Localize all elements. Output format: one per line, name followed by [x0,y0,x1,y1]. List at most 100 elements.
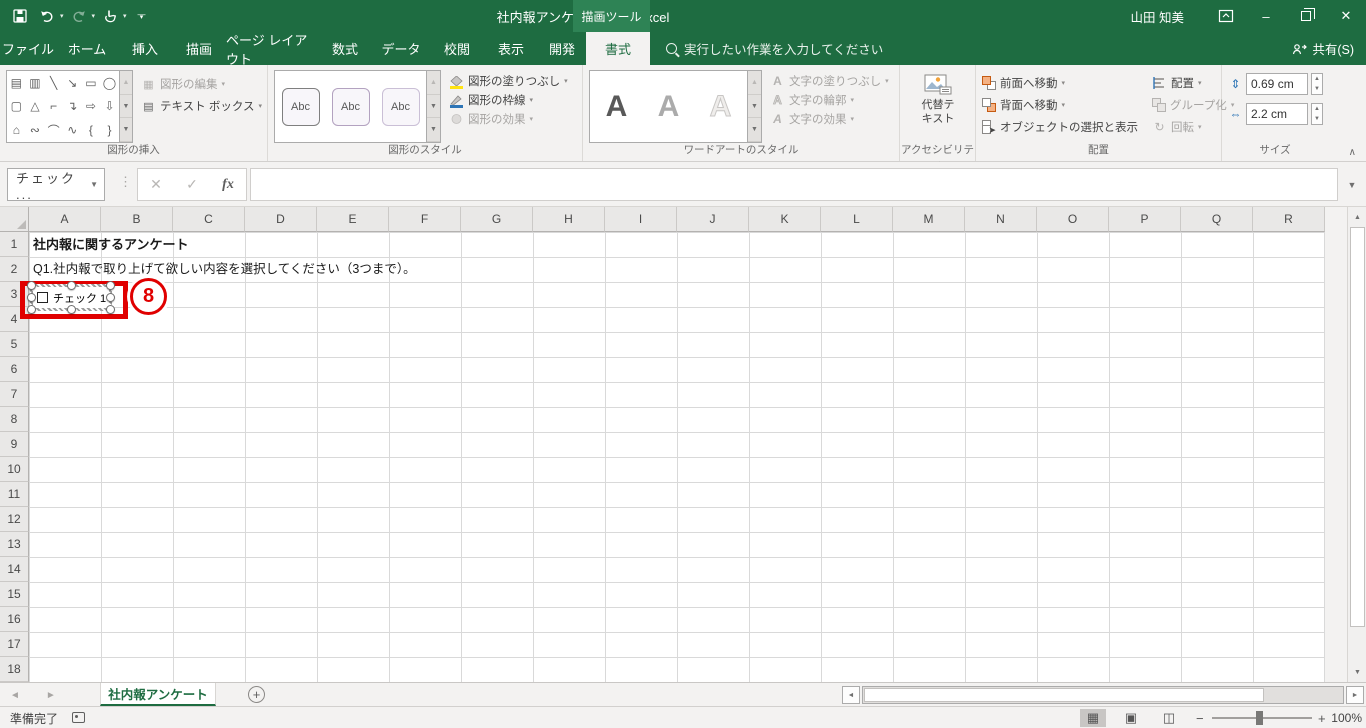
share-button[interactable]: 共有(S) [1292,32,1354,65]
row-header[interactable]: 8 [0,407,29,432]
tab-insert[interactable]: 挿入 [118,32,172,65]
alt-text-button[interactable]: 代替テ キスト [906,70,970,143]
zoom-in-icon[interactable]: + [1318,707,1326,728]
row-header[interactable]: 1 [0,232,29,257]
column-header[interactable]: R [1253,207,1325,232]
shape-style-3[interactable]: Abc [377,84,424,130]
restore-button[interactable] [1286,0,1326,32]
right-arrow-icon[interactable]: ⇨ [82,95,101,119]
tab-view[interactable]: 表示 [484,32,538,65]
tab-home[interactable]: ホーム [56,32,118,65]
row-header[interactable]: 13 [0,532,29,557]
selection-handle[interactable] [27,293,36,302]
text-effects-button[interactable]: A 文字の効果 ▾ [770,111,889,127]
row-header[interactable]: 2 [0,257,29,282]
checkbox-form-control-selected[interactable]: チェック 1 [27,281,115,314]
zoom-out-icon[interactable]: − [1196,707,1204,728]
undo-dropdown-arrow[interactable]: ▾ [60,12,64,20]
wordart-style-1[interactable]: A [592,83,641,130]
column-header[interactable]: K [749,207,821,232]
selection-handle[interactable] [106,281,115,290]
shape-height-input[interactable] [1246,73,1308,95]
tab-review[interactable]: 校閲 [430,32,484,65]
row-header[interactable]: 11 [0,482,29,507]
page-layout-view-icon[interactable]: ▣ [1118,709,1144,727]
scroll-down-icon[interactable]: ▼ [119,95,132,119]
scroll-down-icon[interactable]: ▼ [427,95,440,119]
right-brace-icon[interactable]: } [100,118,119,142]
selection-handle[interactable] [66,305,76,314]
shape-width-input[interactable] [1246,103,1308,125]
selection-handle[interactable] [106,293,115,302]
horizontal-scrollbar[interactable] [862,686,1344,704]
shape-fill-button[interactable]: 図形の塗りつぶし ▾ [449,73,568,89]
zoom-level[interactable]: 100% [1330,707,1362,728]
bring-forward-button[interactable]: 前面へ移動 ▾ [982,75,1138,91]
tab-draw[interactable]: 描画 [172,32,226,65]
redo-icon[interactable] [67,4,91,28]
wordart-style-scrollbar[interactable]: ▲ ▼ ▼ [748,70,762,143]
tab-page-layout[interactable]: ページ レイアウト [226,32,318,67]
enter-icon[interactable]: ✓ [174,169,210,200]
scroll-right-icon[interactable]: ► [1346,686,1364,704]
row-header[interactable]: 10 [0,457,29,482]
edit-shape-button[interactable]: ▦ 図形の編集 ▾ [141,76,262,92]
sheet-nav-left-icon[interactable]: ◄ [10,690,20,701]
name-box-dropdown-icon[interactable]: ▼ [90,180,98,189]
shape-style-scrollbar[interactable]: ▲ ▼ ▼ [427,70,441,143]
name-box[interactable]: チェック ... ▼ [7,168,105,202]
tell-me-box[interactable]: 実行したい作業を入力してください [666,32,883,65]
sheet-tab-active[interactable]: 社内報アンケート [100,683,216,706]
scroll-left-icon[interactable]: ◄ [842,686,860,704]
scroll-up-icon[interactable]: ▲ [748,71,761,95]
checkbox-icon[interactable] [37,292,48,303]
shape-effects-button[interactable]: 図形の効果 ▾ [449,111,568,127]
selection-handle[interactable] [27,305,36,314]
text-box-button[interactable]: ▤ テキスト ボックス ▾ [141,98,262,114]
column-header[interactable]: C [173,207,245,232]
cells-area[interactable] [29,232,1325,682]
row-header[interactable]: 15 [0,582,29,607]
row-header[interactable]: 9 [0,432,29,457]
column-header[interactable]: M [893,207,965,232]
column-header[interactable]: P [1109,207,1181,232]
redo-dropdown-arrow[interactable]: ▾ [92,12,96,20]
shape-gallery-scrollbar[interactable]: ▲ ▼ ▼ [119,70,133,143]
selection-handle[interactable] [106,305,115,314]
ribbon-display-options-icon[interactable] [1206,0,1246,32]
arc-icon[interactable]: ⌒ [44,118,63,142]
column-header[interactable]: B [101,207,173,232]
selection-handle[interactable] [66,281,76,290]
send-backward-button[interactable]: 背面へ移動 ▾ [982,97,1138,113]
insert-function-icon[interactable]: fx [210,169,246,200]
scribble-icon[interactable]: ∾ [26,118,45,142]
gallery-more-icon[interactable]: ▼ [748,118,761,143]
row-header[interactable]: 7 [0,382,29,407]
freeform-icon[interactable]: ⌂ [7,118,26,142]
shape-style-2[interactable]: Abc [327,84,374,130]
wordart-style-2[interactable]: A [644,83,693,130]
selection-handle[interactable] [27,281,36,290]
formula-splitter-handle[interactable]: ⋮ [119,174,132,190]
touch-mode-dropdown-arrow[interactable]: ▾ [123,12,127,20]
shape-height-stepper[interactable]: ▲ ▼ [1311,73,1323,95]
oval-icon[interactable]: ◯ [100,71,119,95]
horizontal-scroll-thumb[interactable] [864,688,1264,702]
save-icon[interactable] [8,4,32,28]
rounded-rectangle-icon[interactable]: ▢ [7,95,26,119]
cancel-icon[interactable]: ✕ [138,169,174,200]
touch-mode-icon[interactable] [98,4,122,28]
shape-style-1[interactable]: Abc [277,84,324,130]
new-sheet-icon[interactable]: + [248,686,265,703]
shape-width-stepper[interactable]: ▲ ▼ [1311,103,1323,125]
column-header[interactable]: O [1037,207,1109,232]
wordart-style-3[interactable]: A [696,83,745,130]
text-fill-button[interactable]: A 文字の塗りつぶし ▾ [770,73,888,89]
column-header[interactable]: Q [1181,207,1253,232]
row-header[interactable]: 18 [0,657,29,682]
elbow-arrow-connector-icon[interactable]: ↴ [63,95,82,119]
shape-outline-button[interactable]: 図形の枠線 ▾ [449,92,568,108]
left-brace-icon[interactable]: { [82,118,101,142]
row-header[interactable]: 12 [0,507,29,532]
vertical-scrollbar[interactable]: ▲ ▼ [1347,207,1366,682]
